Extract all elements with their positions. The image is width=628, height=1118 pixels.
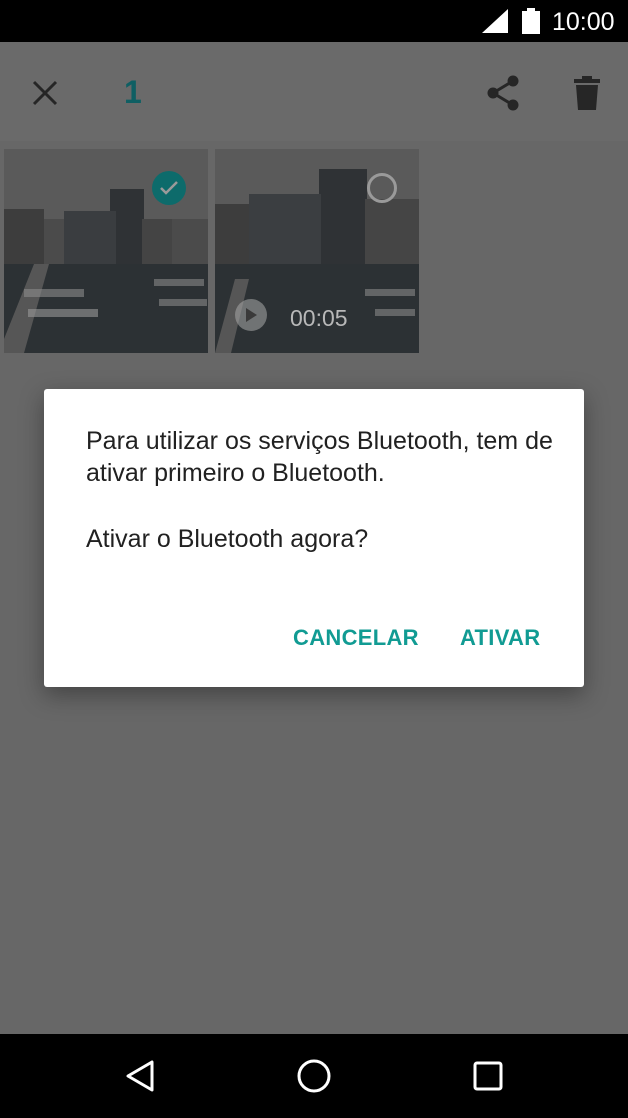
- delete-icon: [574, 76, 600, 110]
- dialog-message: Para utilizar os serviços Bluetooth, tem…: [86, 427, 553, 487]
- video-duration: 00:05: [290, 305, 348, 331]
- play-icon: [235, 299, 267, 331]
- back-icon: [126, 1060, 154, 1092]
- gallery-item-photo[interactable]: [4, 149, 208, 353]
- battery-icon: [522, 8, 540, 34]
- selected-count: 1: [124, 74, 142, 110]
- status-time: 10:00: [552, 8, 615, 36]
- activate-button[interactable]: ATIVAR: [460, 625, 540, 651]
- close-icon: [32, 80, 58, 106]
- status-bar: 10:00: [0, 0, 628, 42]
- back-button[interactable]: [118, 1054, 162, 1098]
- selection-toolbar: 1: [0, 42, 628, 141]
- cancel-button[interactable]: CANCELAR: [293, 625, 419, 651]
- home-icon: [297, 1059, 331, 1093]
- close-selection-button[interactable]: [20, 68, 70, 118]
- signal-icon: [482, 9, 508, 33]
- bluetooth-dialog: Para utilizar os serviços Bluetooth, tem…: [44, 389, 584, 687]
- recents-button[interactable]: [466, 1054, 510, 1098]
- dialog-question: Ativar o Bluetooth agora?: [86, 525, 369, 553]
- gallery-item-video[interactable]: 00:05: [215, 149, 419, 353]
- share-button[interactable]: [478, 68, 528, 118]
- select-circle-icon[interactable]: [367, 173, 397, 203]
- recents-icon: [473, 1061, 503, 1091]
- share-icon: [487, 75, 519, 111]
- home-button[interactable]: [292, 1054, 336, 1098]
- delete-button[interactable]: [562, 68, 612, 118]
- selected-check-icon: [152, 171, 186, 205]
- navigation-bar: [0, 1034, 628, 1118]
